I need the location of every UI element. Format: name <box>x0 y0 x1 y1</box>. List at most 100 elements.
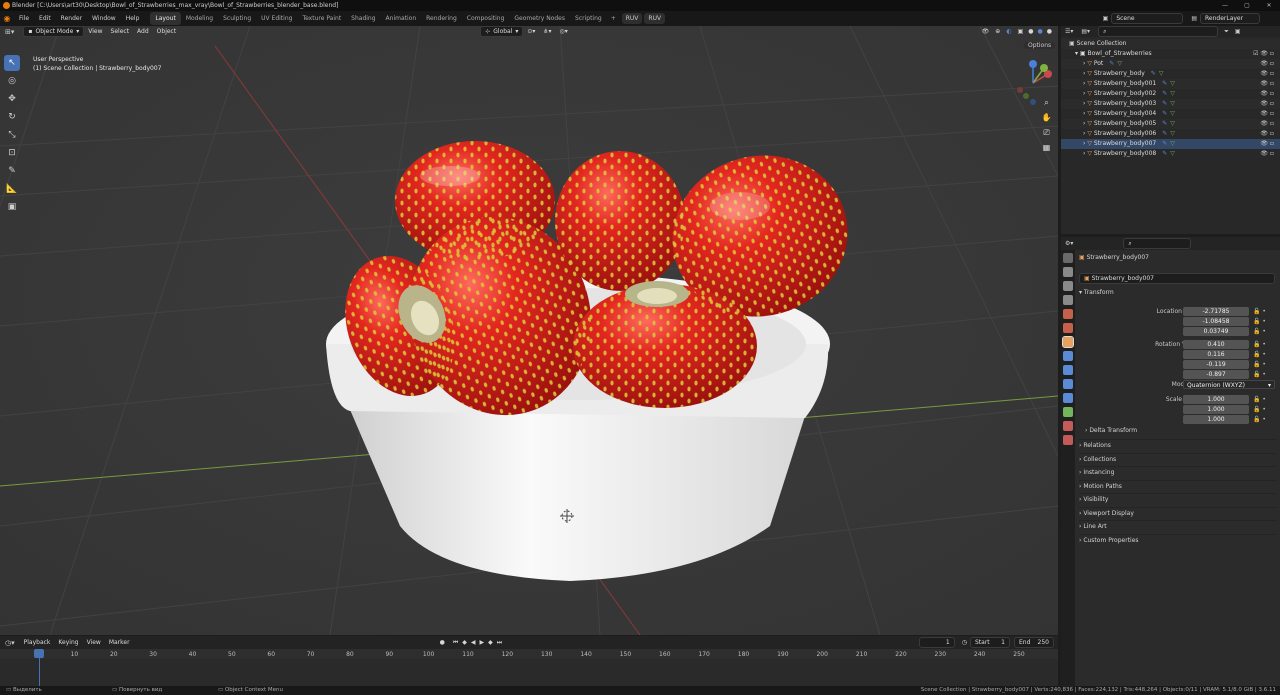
select-tool-icon[interactable]: ↖ <box>4 55 20 71</box>
output-tab-icon[interactable] <box>1063 281 1073 291</box>
world-tab-icon[interactable] <box>1063 323 1073 333</box>
menu-help[interactable]: Help <box>121 11 145 26</box>
camera-icon[interactable]: ▫ <box>1270 70 1274 77</box>
panel-custom-properties[interactable]: › Custom Properties <box>1079 533 1277 546</box>
lock-icon[interactable]: 🔓 • <box>1253 317 1266 327</box>
current-frame-field[interactable]: 1 <box>918 637 955 648</box>
scene-field[interactable]: Scene <box>1111 13 1184 24</box>
transform-panel-header[interactable]: ▾ Transform <box>1079 287 1277 299</box>
eye-icon[interactable]: 👁 <box>1260 130 1268 137</box>
tab-compositing[interactable]: Compositing <box>462 12 510 25</box>
lock-icon[interactable]: 🔓 • <box>1253 405 1266 415</box>
eye-icon[interactable]: 👁 <box>1260 70 1268 77</box>
location-y-field[interactable]: -1.08458 <box>1183 317 1249 326</box>
minimize-icon[interactable]: — <box>1214 0 1236 11</box>
object-name-field[interactable]: ▣ Strawberry_body007 <box>1079 273 1275 284</box>
tab-layout[interactable]: Layout <box>150 12 181 25</box>
physics-tab-icon[interactable] <box>1063 379 1073 389</box>
outliner-item[interactable]: › ▽ Strawberry_body001 ✎ ▽ 👁 ▫ <box>1061 79 1280 89</box>
lock-icon[interactable]: 🔓 • <box>1253 350 1266 360</box>
panel-viewport-display[interactable]: › Viewport Display <box>1079 506 1277 519</box>
properties-search[interactable]: ⌕ <box>1123 238 1192 249</box>
close-icon[interactable]: ✕ <box>1258 0 1280 11</box>
end-frame-field[interactable]: End 250 <box>1014 637 1054 648</box>
add-cube-tool-icon[interactable]: ▣ <box>4 199 20 215</box>
filter-icon[interactable]: ⏷ <box>1224 28 1229 36</box>
outliner-item[interactable]: › ▽ Strawberry_body006 ✎ ▽ 👁 ▫ <box>1061 129 1280 139</box>
lock-icon[interactable]: 🔓 • <box>1253 307 1266 317</box>
tab-animation[interactable]: Animation <box>381 12 422 25</box>
move-tool-icon[interactable]: ✥ <box>4 91 20 107</box>
menu-file[interactable]: File <box>14 11 34 26</box>
prev-key-icon[interactable]: ◆ <box>460 639 469 646</box>
shading-material-icon[interactable]: ● <box>1036 28 1045 35</box>
eye-icon[interactable]: 👁 <box>1260 140 1268 147</box>
orientation-select[interactable]: ⊹ Global ▾ <box>480 26 524 37</box>
eye-icon[interactable]: 👁 <box>1260 120 1268 127</box>
camera-icon[interactable]: ▫ <box>1270 50 1274 57</box>
outliner-item[interactable]: › ▽ Strawberry_body008 ✎ ▽ 👁 ▫ <box>1061 149 1280 159</box>
tool-tab-icon[interactable] <box>1063 253 1073 263</box>
record-icon[interactable]: ● <box>434 639 451 646</box>
eye-icon[interactable]: 👁 <box>1260 150 1268 157</box>
gizmo-toggle-icon[interactable]: ⊕ <box>992 28 1003 35</box>
xray-icon[interactable]: ▣ <box>1015 28 1027 35</box>
scale-y-field[interactable]: 1.000 <box>1183 405 1249 414</box>
outliner-scene-collection[interactable]: ▣ Scene Collection <box>1061 39 1280 49</box>
menu-keying[interactable]: Keying <box>54 639 82 646</box>
lock-icon[interactable]: 🔓 • <box>1253 395 1266 405</box>
outliner-search[interactable]: ⌕ <box>1098 26 1219 37</box>
outliner-item[interactable]: › ▽ Strawberry_body004 ✎ ▽ 👁 ▫ <box>1061 109 1280 119</box>
camera-icon[interactable]: ▫ <box>1270 130 1274 137</box>
start-frame-field[interactable]: Start 1 <box>970 637 1010 648</box>
proportional-edit-icon[interactable]: ◎▾ <box>556 28 572 35</box>
scale-tool-icon[interactable]: ⤡ <box>4 127 20 143</box>
new-collection-icon[interactable]: ▣ <box>1235 28 1241 35</box>
camera-icon[interactable]: ▫ <box>1270 60 1274 67</box>
outliner-item[interactable]: › ▽ Strawberry_body007 ✎ ▽ 👁 ▫ <box>1061 139 1280 149</box>
rotation-x-field[interactable]: 0.116 <box>1183 350 1249 359</box>
timeline[interactable]: 1102030405060708090100110120130140150160… <box>0 649 1058 686</box>
lock-icon[interactable]: 🔓 • <box>1253 370 1266 380</box>
clock-icon[interactable]: ◷ <box>959 639 970 646</box>
lock-icon[interactable]: 🔓 • <box>1253 360 1266 370</box>
timeline-editor-icon[interactable]: ◷▾ <box>0 639 20 647</box>
shading-solid-icon[interactable]: ● <box>1026 28 1035 35</box>
eye-icon[interactable]: 👁 <box>1260 110 1268 117</box>
playhead[interactable] <box>34 649 44 658</box>
jump-end-icon[interactable]: ⏭ <box>495 639 504 647</box>
next-key-icon[interactable]: ◆ <box>486 639 495 646</box>
particles-tab-icon[interactable] <box>1063 365 1073 375</box>
play-reverse-icon[interactable]: ◀ <box>469 639 478 646</box>
rotation-w-field[interactable]: 0.410 <box>1183 340 1249 349</box>
camera-icon[interactable]: ▫ <box>1270 150 1274 157</box>
outliner-collection[interactable]: ▾ ▣ Bowl_of_Strawberries ☑ 👁 ▫ <box>1061 49 1280 59</box>
lock-icon[interactable]: 🔓 • <box>1253 415 1266 425</box>
ruv-button-1[interactable]: RUV <box>621 13 643 24</box>
editor-type-icon[interactable]: ⊞▾ <box>0 28 19 36</box>
camera-icon[interactable]: ▫ <box>1270 90 1274 97</box>
tab-uv-editing[interactable]: UV Editing <box>256 12 297 25</box>
outliner-item[interactable]: › ▽ Strawberry_body002 ✎ ▽ 👁 ▫ <box>1061 89 1280 99</box>
tab-scripting[interactable]: Scripting <box>570 12 607 25</box>
modifiers-tab-icon[interactable] <box>1063 351 1073 361</box>
camera-icon[interactable]: ▫ <box>1270 80 1274 87</box>
display-mode-icon[interactable]: ▤▾ <box>1081 28 1090 35</box>
render-tab-icon[interactable] <box>1063 267 1073 277</box>
location-z-field[interactable]: 0.03749 <box>1183 327 1249 336</box>
lock-icon[interactable]: 🔓 • <box>1253 340 1266 350</box>
material-tab-icon[interactable] <box>1063 421 1073 431</box>
measure-tool-icon[interactable]: 📐 <box>4 181 20 197</box>
location-x-field[interactable]: -2.71785 <box>1183 307 1249 316</box>
panel-visibility[interactable]: › Visibility <box>1079 493 1277 505</box>
eye-icon[interactable]: 👁 <box>1260 90 1268 97</box>
camera-icon[interactable]: ▫ <box>1270 100 1274 107</box>
view-layer-field[interactable]: RenderLayer <box>1200 13 1260 24</box>
panel-instancing[interactable]: › Instancing <box>1079 466 1277 478</box>
menu-window[interactable]: Window <box>87 11 121 26</box>
snap-icon[interactable]: ⋔▾ <box>539 28 555 35</box>
scene-tab-icon[interactable] <box>1063 309 1073 319</box>
options-dropdown[interactable]: Options <box>1022 40 1056 51</box>
checkbox-icon[interactable]: ☑ <box>1253 50 1258 57</box>
eye-icon[interactable]: 👁 <box>1260 100 1268 107</box>
